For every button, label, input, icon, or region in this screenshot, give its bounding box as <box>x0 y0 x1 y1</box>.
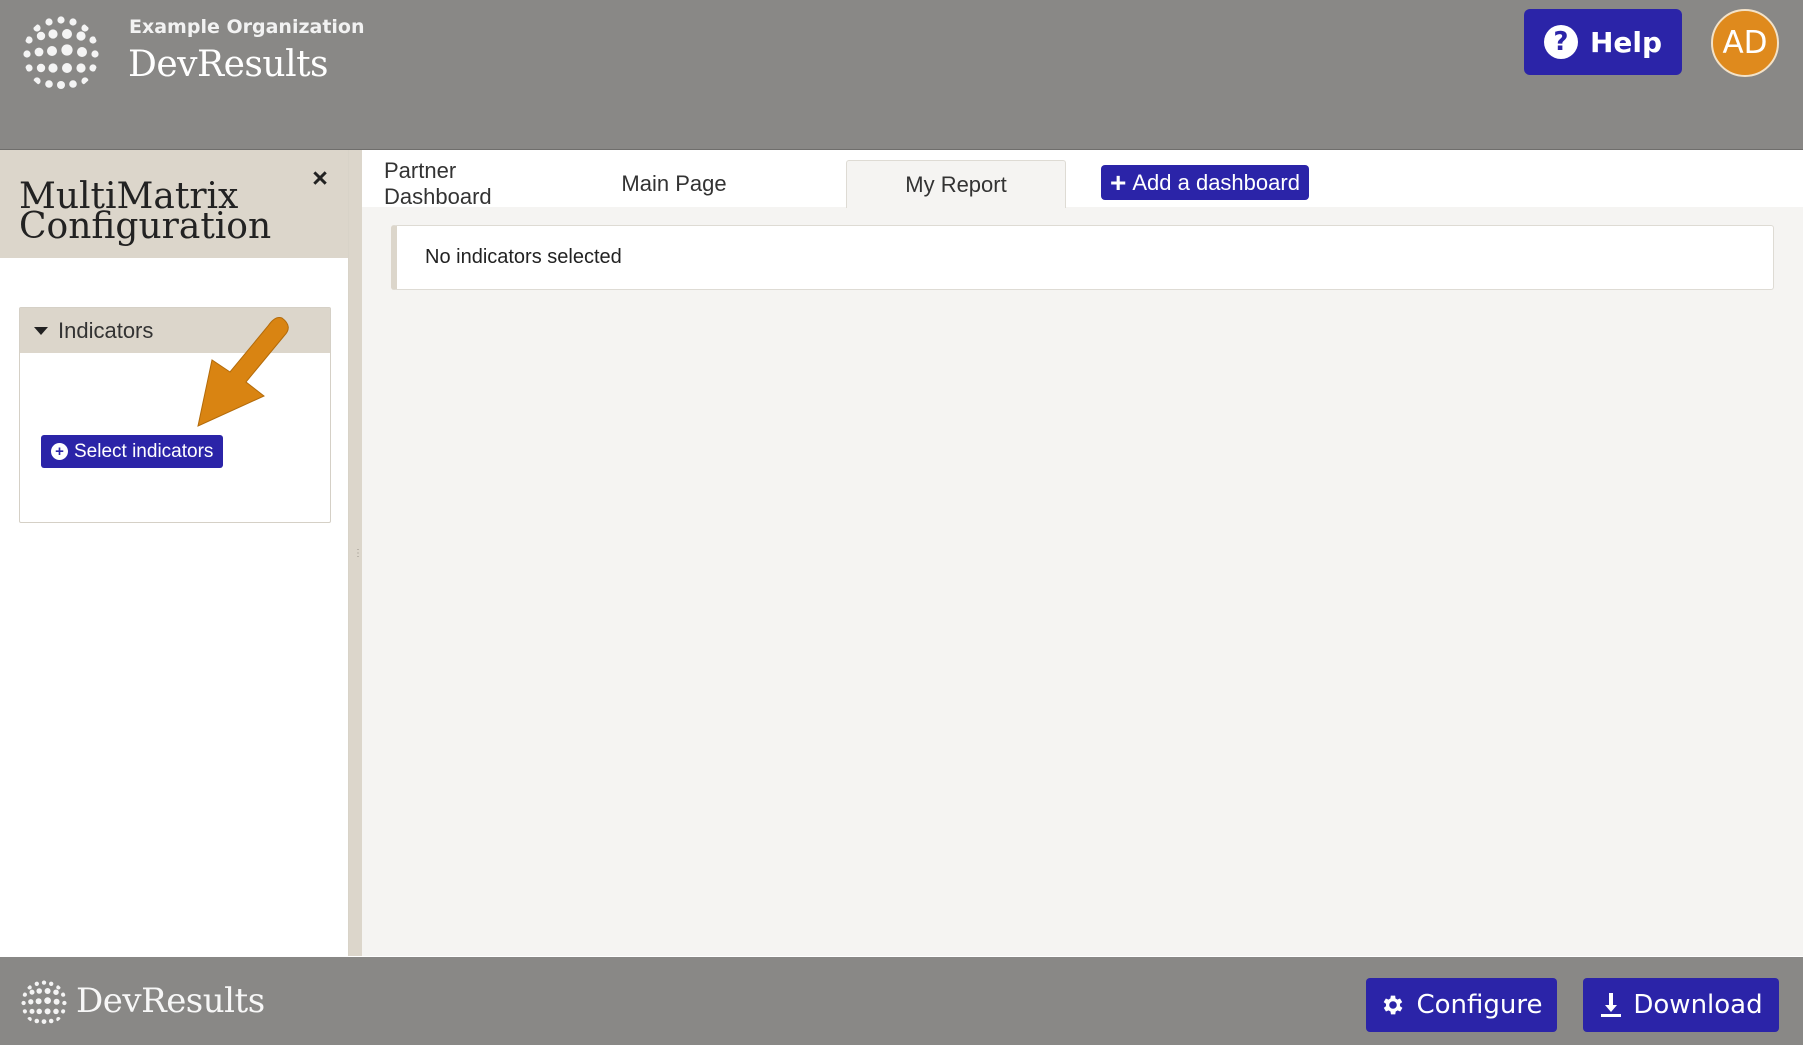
caret-down-icon <box>34 326 48 335</box>
configure-button-label: Configure <box>1416 990 1543 1020</box>
download-icon <box>1601 993 1622 1017</box>
globe-logo-icon[interactable] <box>21 14 101 94</box>
app-name[interactable]: DevResults <box>128 44 329 85</box>
sidebar-resize-handle[interactable]: ⋮ <box>349 150 363 956</box>
select-indicators-label: Select indicators <box>74 440 214 462</box>
annotation-arrow-icon <box>197 317 289 427</box>
download-button[interactable]: Download <box>1583 978 1779 1032</box>
sidebar-title-line2: Configuration <box>19 206 272 247</box>
tab-main-page[interactable]: Main Page <box>612 160 736 207</box>
select-indicators-button[interactable]: + Select indicators <box>41 435 224 468</box>
dashboard-tabs: Partner Dashboard Main Page My Report + … <box>362 150 1803 209</box>
indicators-panel-label: Indicators <box>58 317 154 343</box>
sidebar-title: MultiMatrix Configuration <box>19 179 272 247</box>
close-icon[interactable]: × <box>308 165 332 192</box>
plus-icon: + <box>1110 166 1127 198</box>
bottom-footer: DevResults Configure Download <box>0 957 1803 1045</box>
sidebar-header: MultiMatrix Configuration × <box>0 150 348 258</box>
plus-circle-icon: + <box>51 443 68 460</box>
tab-my-report[interactable]: My Report <box>846 160 1066 208</box>
help-button[interactable]: ? Help <box>1524 9 1682 75</box>
question-circle-icon: ? <box>1543 25 1578 59</box>
add-dashboard-button[interactable]: + Add a dashboard <box>1101 165 1309 200</box>
globe-logo-icon <box>21 980 67 1024</box>
add-dashboard-label: Add a dashboard <box>1132 169 1300 195</box>
configure-button[interactable]: Configure <box>1366 978 1557 1032</box>
gear-icon <box>1384 995 1403 1015</box>
user-avatar[interactable]: AD <box>1711 9 1779 77</box>
download-button-label: Download <box>1633 990 1763 1020</box>
configuration-sidebar: MultiMatrix Configuration × Indicators +… <box>0 150 349 956</box>
help-button-label: Help <box>1589 25 1663 59</box>
footer-brand: DevResults <box>76 981 265 1021</box>
notice-text: No indicators selected <box>425 246 622 268</box>
tab-partner-dashboard[interactable]: Partner Dashboard <box>384 158 554 209</box>
main-content: Partner Dashboard Main Page My Report + … <box>362 150 1803 956</box>
top-header: Example Organization DevResults ? Help A… <box>0 0 1803 150</box>
no-indicators-notice: No indicators selected <box>391 225 1774 290</box>
organization-name: Example Organization <box>129 16 365 38</box>
